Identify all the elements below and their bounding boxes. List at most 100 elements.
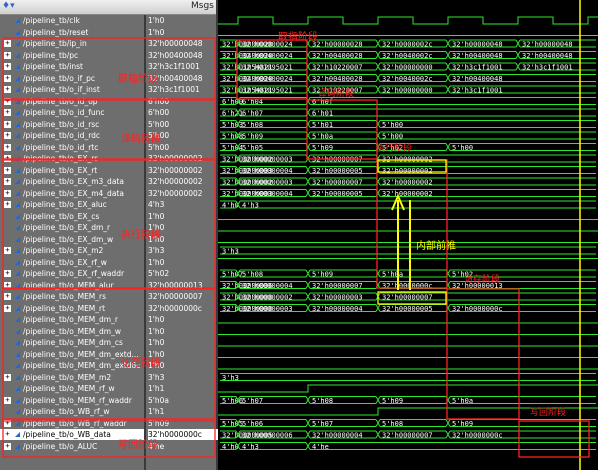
signal-name: /pipeline_tb/o_id_op (23, 96, 98, 106)
signal-wave-icon (15, 271, 20, 276)
expand-plus-icon[interactable]: + (4, 293, 11, 300)
bus-transition (305, 74, 311, 82)
expand-plus-icon[interactable]: + (4, 442, 11, 450)
signal-row-value[interactable]: 32'h00000002 (148, 153, 218, 164)
signal-row-name[interactable]: /pipeline_tb/o_MEM_rf_w (0, 383, 144, 394)
signal-row-name[interactable]: /pipeline_tb/reset (0, 27, 144, 38)
expand-plus-icon[interactable]: + (4, 247, 11, 254)
expand-plus-icon[interactable]: + (4, 155, 11, 162)
signal-row-value[interactable]: 4'h3 (148, 199, 218, 210)
expand-plus-icon[interactable]: + (4, 143, 11, 151)
signal-row-value[interactable]: 4'he (148, 441, 218, 452)
bus-transition (375, 396, 381, 404)
expand-plus-icon[interactable]: + (4, 40, 11, 47)
signal-row-name[interactable]: /pipeline_tb/o_EX_rf_w (0, 257, 144, 268)
signal-row-value[interactable]: 6'h00 (148, 96, 218, 107)
expand-plus-icon[interactable]: + (4, 63, 11, 70)
signal-row-value[interactable]: 1'h0 (148, 257, 218, 268)
signal-row-name[interactable]: /pipeline_tb/o_EX_cs (0, 211, 144, 222)
signal-row-name[interactable]: + /pipeline_tb/pc (0, 50, 144, 61)
expand-plus-icon[interactable]: + (4, 132, 11, 139)
expand-plus-icon[interactable]: + (4, 396, 11, 404)
signal-row-name[interactable]: + /pipeline_tb/o_id_func (0, 107, 144, 118)
bus-value-label: 32'h0000002c (382, 41, 433, 49)
signal-row-name[interactable]: + /pipeline_tb/o_MEM_rt (0, 303, 144, 314)
signal-row-name[interactable]: /pipeline_tb/o_MEM_dm_cs (0, 337, 144, 348)
signal-row-value[interactable]: 3'h3 (148, 245, 218, 256)
expand-plus-icon[interactable]: + (4, 304, 11, 312)
signal-row-value[interactable]: 3'h3 (148, 372, 218, 383)
signal-row-value[interactable]: 32'h00000048 (148, 38, 218, 49)
signal-row-value[interactable]: 1'h0 (148, 15, 218, 26)
signal-row-name[interactable]: + /pipeline_tb/o_EX_m4_data (0, 188, 144, 199)
signal-name: /pipeline_tb/ip_in (23, 39, 87, 48)
signal-row-name[interactable]: + /pipeline_tb/o_MEM_m2 (0, 372, 144, 383)
expand-plus-icon[interactable]: + (4, 189, 11, 197)
bus-value-label: 32'h01095021 (242, 87, 293, 95)
signal-row-name[interactable]: + /pipeline_tb/o_MEM_alur (0, 280, 144, 291)
bus-value-label: 32'h00000002 (382, 179, 433, 187)
signal-row-value[interactable]: 32'h3c1f1001 (148, 84, 218, 95)
signal-value: 32'h3c1f1001 (148, 85, 200, 94)
signal-row-name[interactable]: + /pipeline_tb/o_EX_m2 (0, 245, 144, 256)
signal-row-name[interactable]: /pipeline_tb/o_MEM_dm_w (0, 326, 144, 337)
signal-row-name[interactable]: + /pipeline_tb/o_if_inst (0, 84, 144, 95)
expand-plus-icon[interactable]: + (4, 178, 11, 185)
signal-row-name[interactable]: + /pipeline_tb/o_EX_rs (0, 153, 144, 164)
menu-icon[interactable]: ♦▾ (2, 1, 26, 12)
signal-value: 32'h00000002 (148, 165, 203, 175)
signal-row-value[interactable]: 1'h0 (148, 326, 218, 337)
msgs-header: Msgs (191, 1, 214, 11)
signal-row-value[interactable]: 32'h3c1f1001 (148, 61, 218, 72)
signal-name: /pipeline_tb/pc (23, 50, 79, 60)
signal-row-name[interactable]: /pipeline_tb/o_MEM_dm_r (0, 314, 144, 325)
signal-row-name[interactable]: + /pipeline_tb/o_MEM_rf_waddr (0, 395, 144, 406)
expand-plus-icon[interactable]: + (4, 86, 11, 93)
signal-row-name[interactable]: + /pipeline_tb/o_WB_rf_waddr (0, 418, 144, 429)
signal-row-value[interactable]: 32'h00400048 (148, 73, 218, 84)
signal-row-name[interactable]: + /pipeline_tb/o_id_op (0, 96, 144, 107)
signal-row-value[interactable]: 32'h00400048 (148, 50, 218, 61)
signal-row-value[interactable]: 32'h00000013 (148, 280, 218, 291)
expand-plus-icon[interactable]: + (4, 281, 11, 289)
signal-row-value[interactable]: 5'h00 (148, 119, 218, 130)
signal-row-value[interactable]: 1'h0 (148, 337, 218, 348)
expand-plus-icon[interactable]: + (4, 109, 11, 116)
signal-row-value[interactable]: 32'h0000000c (148, 303, 218, 314)
signal-row-value[interactable]: 32'h00000007 (148, 291, 218, 302)
expand-plus-icon[interactable]: + (4, 97, 11, 105)
signal-row-name[interactable]: + /pipeline_tb/o_EX_rf_waddr (0, 268, 144, 279)
bus-value-label: 32'h00000004 (312, 432, 363, 440)
expand-plus-icon[interactable]: + (4, 373, 11, 381)
signal-row-value[interactable]: 1'h0 (148, 211, 218, 222)
expand-plus-icon[interactable]: + (4, 74, 11, 82)
signal-row-value[interactable]: 5'h02 (148, 268, 218, 279)
signal-row-name[interactable]: + /pipeline_tb/o_EX_rt (0, 165, 144, 176)
signal-row-value[interactable]: 5'h0a (148, 395, 218, 406)
expand-plus-icon[interactable]: + (4, 201, 11, 208)
signal-row-value[interactable]: 5'h09 (148, 418, 218, 429)
expand-plus-icon[interactable]: + (4, 120, 11, 128)
expand-plus-icon[interactable]: + (4, 51, 11, 59)
signal-row-value[interactable]: 6'h00 (148, 107, 218, 118)
signal-row-value[interactable]: 32'h00000002 (148, 165, 218, 176)
expand-plus-icon[interactable]: + (4, 431, 11, 438)
signal-row-name[interactable]: + /pipeline_tb/o_MEM_rs (0, 291, 144, 302)
signal-row-value[interactable]: 1'h1 (148, 406, 218, 417)
signal-row-name[interactable]: + /pipeline_tb/o_EX_aluc (0, 199, 144, 210)
signal-row-value[interactable]: 32'h00000002 (148, 188, 218, 199)
annotation-exec-names: 执行阶段 (121, 230, 161, 241)
signal-row-name[interactable]: /pipeline_tb/o_WB_rf_w (0, 406, 144, 417)
signal-row-value[interactable]: 1'h1 (148, 383, 218, 394)
signal-row-name[interactable]: + /pipeline_tb/ip_in (0, 38, 144, 49)
signal-row-name[interactable]: + /pipeline_tb/o_EX_m3_data (0, 176, 144, 187)
signal-row-value[interactable]: 1'h0 (148, 27, 218, 38)
signal-row-value[interactable]: 32'h00000002 (148, 176, 218, 187)
expand-plus-icon[interactable]: + (4, 166, 11, 174)
expand-plus-icon[interactable]: + (4, 419, 11, 427)
signal-row-value[interactable]: 32'h0000000c (148, 429, 218, 440)
signal-row-name[interactable]: /pipeline_tb/clk (0, 15, 144, 26)
expand-plus-icon[interactable]: + (4, 270, 11, 277)
signal-row-value[interactable]: 1'h0 (148, 314, 218, 325)
signal-row-name[interactable]: + /pipeline_tb/o_id_rsc (0, 119, 144, 130)
